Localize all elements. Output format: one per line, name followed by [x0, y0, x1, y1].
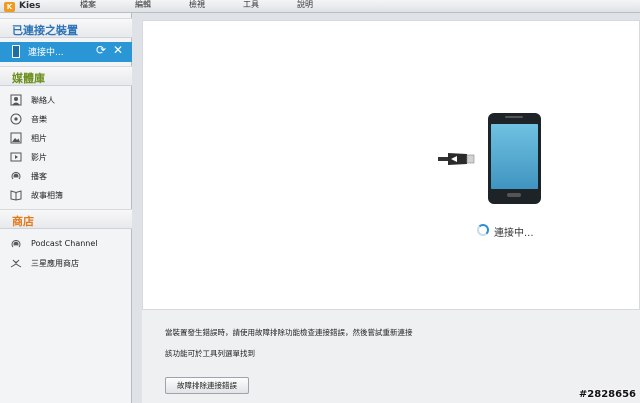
kies-window: K Kies 檔案 編輯 檢視 工具 說明 已連接之裝置 連接中... ⟳ ✕ … [0, 0, 640, 403]
help-area: 當裝置發生錯誤時，請使用故障排除功能檢查連接錯誤，然後嘗試重新連接 該功能可於工… [142, 310, 640, 403]
store-title: 商店 [12, 215, 34, 228]
music-icon [10, 113, 22, 125]
sidebar-item-photos[interactable]: 相片 [0, 129, 132, 148]
contacts-icon [10, 94, 22, 106]
sidebar-item-label: 三星應用商店 [31, 259, 79, 268]
sidebar: 已連接之裝置 連接中... ⟳ ✕ 媒體庫 聯絡人 音樂 相片 影片 播客 故事… [0, 13, 132, 403]
usb-cable-icon [438, 153, 475, 165]
photos-icon [10, 132, 22, 144]
sync-icon[interactable]: ⟳ [96, 44, 109, 57]
troubleshoot-button[interactable]: 故障排除連接錯誤 [165, 377, 249, 394]
app-title: Kies [19, 1, 41, 11]
connection-status: 連接中... [494, 228, 534, 239]
menu-bar: K Kies 檔案 編輯 檢視 工具 說明 [0, 0, 640, 13]
store-header: 商店 [0, 209, 132, 229]
phone-icon [12, 45, 20, 58]
connected-devices-header: 已連接之裝置 [0, 18, 132, 38]
app-logo: K Kies [4, 0, 41, 13]
sidebar-item-podcast-channel[interactable]: Podcast Channel [0, 235, 132, 254]
watermark-text: #2828656 [578, 389, 636, 400]
sidebar-item-label: 故事相簿 [31, 191, 63, 200]
phone-icon [488, 113, 541, 204]
help-text-line2: 該功能可於工具列選單找到 [165, 349, 255, 358]
sidebar-item-story-album[interactable]: 故事相簿 [0, 186, 132, 205]
menu-tools[interactable]: 工具 [243, 0, 259, 10]
sidebar-item-label: 影片 [31, 153, 47, 162]
samsung-apps-icon [10, 259, 22, 268]
sidebar-item-videos[interactable]: 影片 [0, 148, 132, 167]
sidebar-item-label: 聯絡人 [31, 96, 55, 105]
podcast-icon [11, 171, 21, 180]
podcast-channel-icon [11, 239, 21, 248]
story-album-icon [10, 190, 22, 201]
sidebar-item-samsung-apps[interactable]: 三星應用商店 [0, 254, 132, 273]
kies-logo-icon: K [4, 1, 15, 12]
sidebar-item-label: 相片 [31, 134, 47, 143]
menu-help[interactable]: 說明 [297, 0, 313, 10]
menu-edit[interactable]: 編輯 [135, 0, 151, 10]
main-panel: 連接中... [142, 20, 640, 310]
connected-devices-title: 已連接之裝置 [12, 24, 78, 37]
phone-connect-illustration [438, 113, 541, 204]
menu-view[interactable]: 檢視 [189, 0, 205, 10]
sidebar-item-podcasts[interactable]: 播客 [0, 167, 132, 186]
help-text-line1: 當裝置發生錯誤時，請使用故障排除功能檢查連接錯誤，然後嘗試重新連接 [165, 328, 413, 337]
sidebar-item-label: 音樂 [31, 115, 47, 124]
sidebar-item-music[interactable]: 音樂 [0, 110, 132, 129]
loading-spinner-icon [477, 224, 489, 236]
library-header: 媒體庫 [0, 66, 132, 86]
sidebar-item-label: 播客 [31, 172, 47, 181]
device-row[interactable]: 連接中... ⟳ ✕ [0, 42, 132, 62]
close-icon[interactable]: ✕ [113, 44, 124, 57]
sidebar-item-contacts[interactable]: 聯絡人 [0, 91, 132, 110]
sidebar-item-label: Podcast Channel [31, 239, 98, 248]
device-label: 連接中... [28, 48, 64, 58]
menu-file[interactable]: 檔案 [80, 0, 96, 10]
videos-icon [10, 152, 22, 162]
library-title: 媒體庫 [12, 72, 45, 85]
